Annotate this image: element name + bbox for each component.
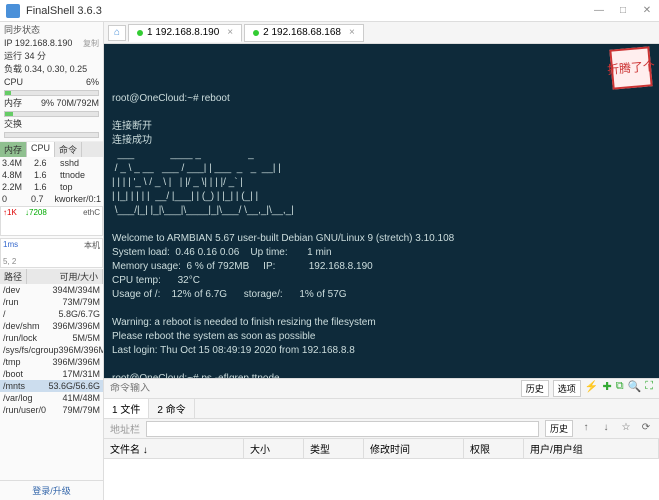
path-history-button[interactable]: 历史 [545,420,573,437]
fs-row[interactable]: /sys/fs/cgroup396M/396M [0,344,103,356]
process-row[interactable]: 00.7kworker/0:1 [0,193,103,205]
fs-row[interactable]: /tmp396M/396M [0,356,103,368]
history-button[interactable]: 历史 [521,380,549,397]
fs-row[interactable]: /var/log41M/48M [0,392,103,404]
file-table: 文件名 ↓ 大小 类型 修改时间 权限 用户/用户组 [104,438,659,500]
home-button[interactable]: ⌂ [108,25,126,41]
fs-row[interactable]: /boot17M/31M [0,368,103,380]
search-icon[interactable]: 🔍 [628,380,642,397]
col-owner[interactable]: 用户/用户组 [524,439,659,458]
refresh-icon[interactable]: ⟳ [639,422,653,436]
process-list: 3.4M2.6sshd4.8M1.6ttnode2.2M1.6top00.7kw… [0,157,103,205]
fs-row[interactable]: /run/user/079M/79M [0,404,103,416]
fs-row[interactable]: /run73M/79M [0,296,103,308]
session-tab[interactable]: 2 192.168.68.168× [244,24,364,42]
terminal[interactable]: 折腾了个 root@OneCloud:~# reboot 连接断开 连接成功 _… [104,44,659,378]
options-button[interactable]: 选项 [553,380,581,397]
fs-size-header: 可用/大小 [55,269,103,284]
tab-files[interactable]: 1 文件 [104,399,149,418]
status-dot-icon [253,30,259,36]
fs-row[interactable]: /mnts53.6G/56.6G [0,380,103,392]
maximize-button[interactable]: □ [617,5,629,17]
tab-command[interactable]: 命令 [55,142,82,157]
col-type[interactable]: 类型 [304,439,364,458]
fs-row[interactable]: /dev/shm396M/396M [0,320,103,332]
bookmark-icon[interactable]: ☆ [619,422,633,436]
fs-row[interactable]: /run/lock5M/5M [0,332,103,344]
copy-ip-button[interactable]: 复制 [83,37,99,50]
login-upgrade-link[interactable]: 登录/升级 [0,480,103,500]
addressbar-label: 地址栏 [110,421,140,436]
sync-status-label: 同步状态 [4,24,40,37]
session-tab[interactable]: 1 192.168.8.190× [128,24,242,42]
expand-icon[interactable]: ⛶ [645,380,653,397]
sidebar: 同步状态 IP 192.168.8.190复制 运行 34 分 负载 0.34,… [0,22,104,500]
col-size[interactable]: 大小 [244,439,304,458]
minimize-button[interactable]: — [593,5,605,17]
fs-path-header: 路径 [0,269,27,284]
swap-bar [4,132,99,138]
latency-chart: 1ms 本机 5, 2 [0,238,103,268]
fs-row[interactable]: /5.8G/6.7G [0,308,103,320]
plus-icon[interactable]: ✚ [603,380,612,397]
watermark-stamp: 折腾了个 [609,46,652,89]
window-title: FinalShell 3.6.3 [26,5,593,17]
col-filename[interactable]: 文件名 ↓ [104,439,244,458]
tab-commands[interactable]: 2 命令 [149,399,194,418]
ip-value: 192.168.8.190 [15,38,73,48]
col-mtime[interactable]: 修改时间 [364,439,464,458]
cpu-bar [4,90,99,96]
down-icon[interactable]: ↓ [599,422,613,436]
network-chart: ↑1K ↓7208 ethC [0,206,103,236]
status-dot-icon [137,30,143,36]
fs-row[interactable]: /dev394M/394M [0,284,103,296]
tab-cpu[interactable]: CPU [27,142,55,157]
process-row[interactable]: 2.2M1.6top [0,181,103,193]
up-icon[interactable]: ↑ [579,422,593,436]
tab-memory[interactable]: 内存 [0,142,27,157]
close-tab-icon[interactable]: × [349,27,355,38]
command-input[interactable] [110,383,515,394]
mem-bar [4,111,99,117]
process-row[interactable]: 3.4M2.6sshd [0,157,103,169]
close-button[interactable]: ✕ [641,5,653,17]
app-icon [6,4,20,18]
filesystem-list: /dev394M/394M/run73M/79M/5.8G/6.7G/dev/s… [0,284,103,480]
bolt-icon[interactable]: ⚡ [585,380,599,397]
close-tab-icon[interactable]: × [227,27,233,38]
session-tabbar: ⌂ 1 192.168.8.190×2 192.168.68.168× [104,22,659,44]
copy-icon[interactable]: ⧉ [616,380,624,397]
process-row[interactable]: 4.8M1.6ttnode [0,169,103,181]
path-input[interactable] [146,421,539,437]
col-perm[interactable]: 权限 [464,439,524,458]
